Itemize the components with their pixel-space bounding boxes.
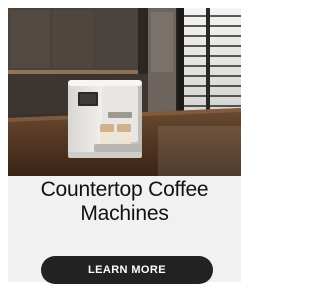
card-title[interactable]: Countertop Coffee Machines — [8, 178, 241, 226]
learn-more-button[interactable]: LEARN MORE — [41, 256, 213, 284]
card-caption-panel: Countertop Coffee Machines LEARN MORE — [8, 176, 241, 284]
product-image[interactable] — [8, 8, 241, 176]
product-category-card[interactable]: Countertop Coffee Machines LEARN MORE — [0, 0, 249, 290]
